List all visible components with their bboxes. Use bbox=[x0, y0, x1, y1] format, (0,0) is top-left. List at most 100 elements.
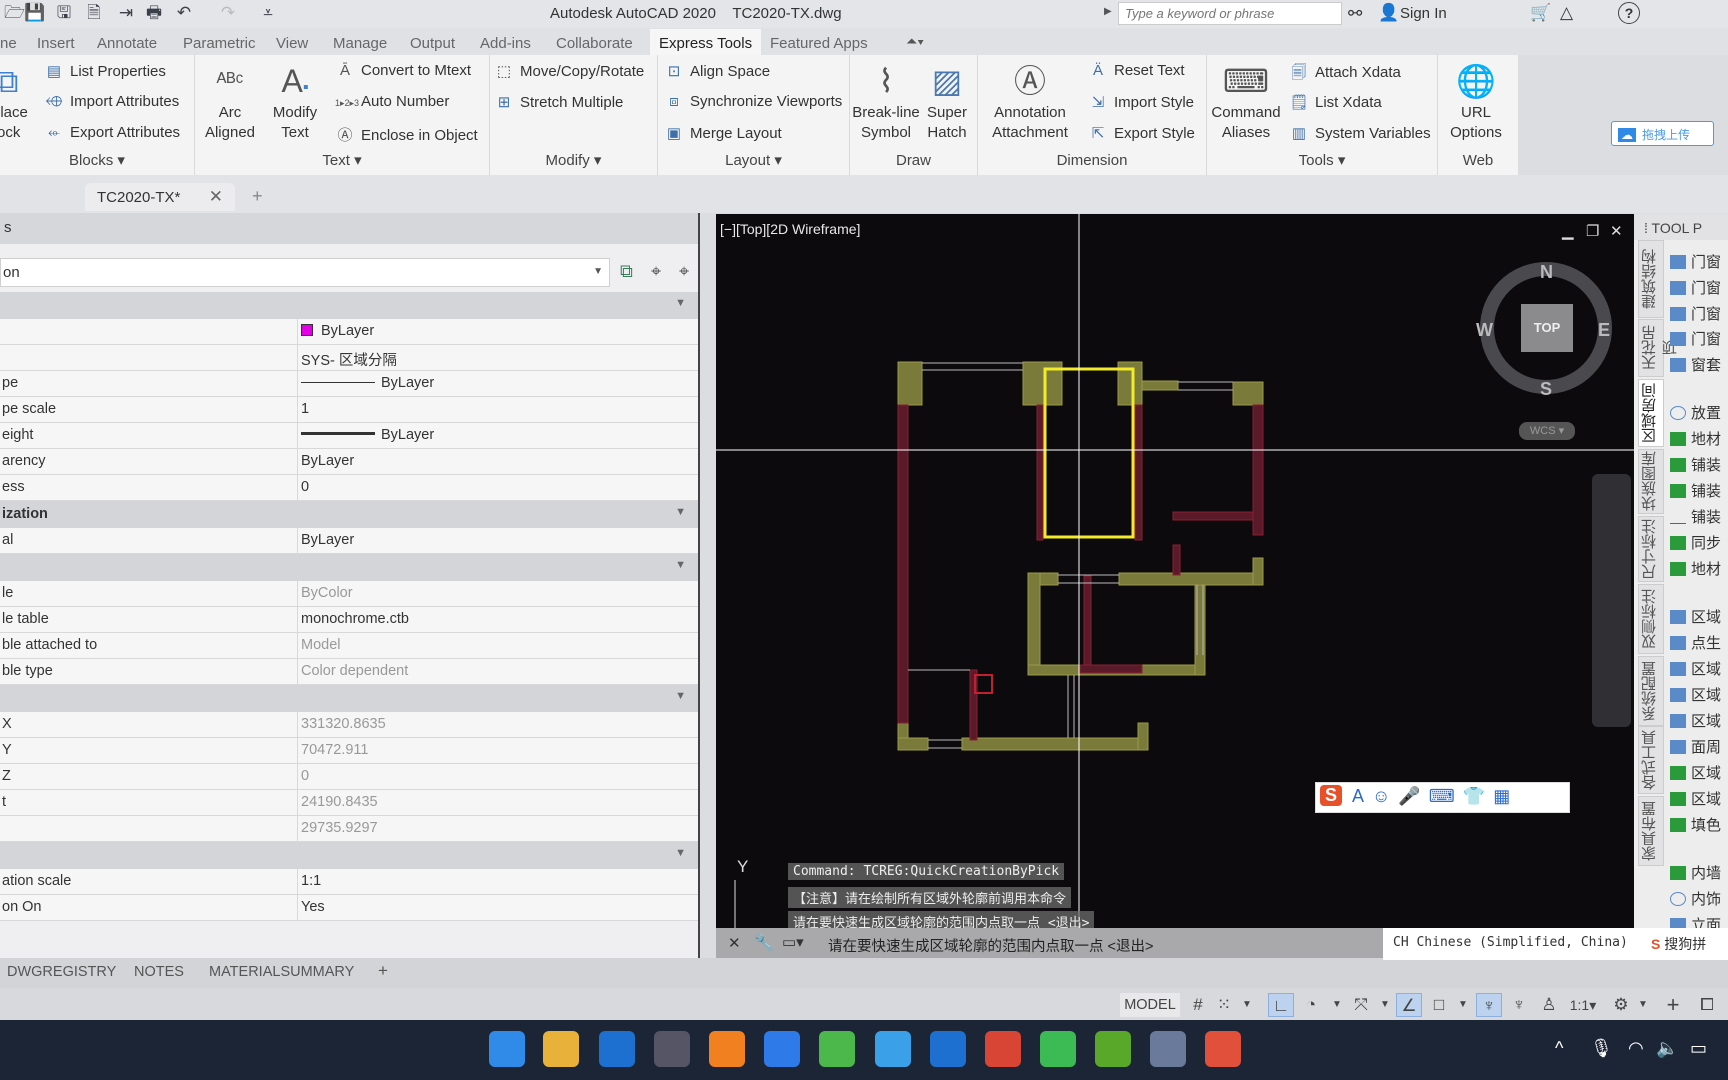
navigation-bar[interactable] bbox=[1592, 474, 1631, 727]
annotation-scale-icon[interactable]: ♙ bbox=[1536, 993, 1562, 1017]
export-attributes-button[interactable]: ⬰ Export Attributes bbox=[44, 124, 180, 141]
chevron-down-icon[interactable]: ▼ bbox=[1456, 993, 1470, 1017]
command-line[interactable]: ✕ 🔧 ▭▾ 请在要快速生成区域轮廓的范围内点取一点 <退出> bbox=[716, 928, 1384, 960]
volume-icon[interactable]: 🔈 bbox=[1656, 1038, 1678, 1059]
autoscale-icon[interactable]: ♆ bbox=[1506, 993, 1532, 1017]
sign-in-link[interactable]: Sign In bbox=[1400, 5, 1447, 22]
palette-tool-item[interactable]: 门窗 bbox=[1670, 328, 1721, 349]
customize-wrench-icon[interactable]: 🔧 bbox=[754, 933, 774, 953]
list-properties-button[interactable]: ▤ List Properties bbox=[44, 62, 166, 80]
chevron-down-icon[interactable]: ▼ bbox=[1636, 993, 1650, 1017]
toggle-pickadd-icon[interactable]: ⧉ bbox=[620, 261, 633, 282]
help-icon[interactable]: ? bbox=[1618, 2, 1640, 24]
wifi-icon[interactable]: ◠ bbox=[1628, 1038, 1644, 1059]
palette-tool-item[interactable]: 区域 bbox=[1670, 658, 1721, 679]
import-attributes-button[interactable]: ⬲ Import Attributes bbox=[44, 93, 179, 110]
palette-tool-item[interactable]: 门窗 bbox=[1670, 303, 1721, 324]
property-row[interactable]: Y 70472.911 bbox=[0, 738, 698, 764]
property-row[interactable]: ation scale 1:1 bbox=[0, 869, 698, 895]
palette-tool-item[interactable]: 区域 bbox=[1670, 606, 1721, 627]
publish-icon[interactable]: ⇥ bbox=[116, 3, 136, 23]
palette-tool-item[interactable]: 地材 bbox=[1670, 428, 1721, 449]
tab-insert[interactable]: Insert bbox=[29, 32, 83, 55]
attach-xdata-button[interactable]: 🗐 Attach Xdata bbox=[1289, 62, 1401, 87]
layout-tab-dwgregistry[interactable]: DWGREGISTRY bbox=[7, 964, 116, 980]
palette-tab[interactable]: 双侧标注 bbox=[1638, 584, 1664, 654]
synchronize-viewports-button[interactable]: ⧈ Synchronize Viewports bbox=[664, 93, 842, 110]
tab-featured-apps[interactable]: Featured Apps bbox=[762, 32, 876, 55]
arc-aligned-button[interactable]: ᴬᴮᶜ Arc Aligned bbox=[201, 59, 259, 143]
taskbar-chrome-icon[interactable] bbox=[985, 1031, 1021, 1067]
property-row[interactable]: SYS- 区域分隔 bbox=[0, 345, 698, 371]
export-style-button[interactable]: ⇱ Export Style bbox=[1088, 124, 1195, 142]
system-variables-button[interactable]: ▥ System Variables bbox=[1289, 124, 1431, 142]
palette-tab[interactable]: 块族图库 bbox=[1638, 449, 1664, 514]
binoculars-icon[interactable]: ⚯ bbox=[1348, 4, 1362, 24]
chevron-up-icon[interactable]: ^ bbox=[1555, 1038, 1563, 1059]
user-icon[interactable]: 👤 bbox=[1378, 3, 1399, 23]
battery-icon[interactable]: ▭ bbox=[1690, 1038, 1707, 1059]
property-category[interactable]: ▼ bbox=[0, 842, 698, 869]
property-category[interactable]: ▼ bbox=[0, 554, 698, 581]
redo-icon[interactable]: ↷ bbox=[218, 3, 238, 23]
select-objects-icon[interactable]: ⌖ bbox=[651, 261, 661, 282]
property-row[interactable]: pe ByLayer bbox=[0, 371, 698, 397]
palette-tool-item[interactable]: 门窗 bbox=[1670, 251, 1721, 272]
property-category[interactable]: ▼ bbox=[0, 685, 698, 712]
taskbar-camtasia-green-icon[interactable] bbox=[1095, 1031, 1131, 1067]
taskbar-feishu-icon[interactable] bbox=[764, 1031, 800, 1067]
osnap-icon[interactable]: ⤧ bbox=[1348, 993, 1374, 1017]
palette-tool-item[interactable]: 点生 bbox=[1670, 632, 1721, 653]
url-options-button[interactable]: 🌐 URL Options bbox=[1444, 59, 1508, 143]
palette-tab[interactable]: 区域房间 bbox=[1638, 379, 1664, 447]
compass-south[interactable]: S bbox=[1540, 379, 1552, 400]
palette-tab[interactable]: 天花吊顶 bbox=[1638, 319, 1679, 377]
palette-tool-item[interactable]: 同步 bbox=[1670, 532, 1721, 553]
ortho-icon[interactable]: ∟ bbox=[1268, 993, 1294, 1017]
taskbar-search-icon[interactable] bbox=[709, 1031, 745, 1067]
close-command-line-icon[interactable]: ✕ bbox=[728, 934, 741, 952]
wcs-menu[interactable]: WCS ▾ bbox=[1519, 422, 1575, 440]
palette-tool-item[interactable]: 内饰 bbox=[1670, 888, 1721, 909]
chevron-down-icon[interactable]: ▼ bbox=[1378, 993, 1392, 1017]
property-row[interactable]: le ByColor bbox=[0, 581, 698, 607]
palette-tab[interactable]: 建筑结构 bbox=[1638, 240, 1664, 318]
move-copy-rotate-button[interactable]: ⬚ Move/Copy/Rotate bbox=[494, 62, 644, 80]
sogou-ime-toolbar[interactable]: S A☺🎤⌨👕▦ bbox=[1315, 782, 1570, 813]
annotation-visibility-icon[interactable]: ♆ bbox=[1476, 993, 1502, 1017]
break-line-symbol-button[interactable]: ⌇ Break-line Symbol bbox=[852, 59, 920, 143]
close-icon[interactable]: ✕ bbox=[209, 187, 223, 207]
property-row[interactable]: on On Yes bbox=[0, 895, 698, 921]
collapse-arrow-icon[interactable]: ▼ bbox=[675, 559, 686, 571]
palette-tab[interactable]: 系统配置 bbox=[1638, 656, 1664, 726]
layout-tab-materialsummary[interactable]: MATERIALSUMMARY bbox=[209, 964, 354, 980]
annotation-attachment-button[interactable]: Ⓐ Annotation Attachment bbox=[982, 59, 1078, 143]
ime-tool-icons[interactable]: A☺🎤⌨👕▦ bbox=[1352, 786, 1518, 807]
model-space-button[interactable]: MODEL bbox=[1120, 993, 1180, 1017]
tab-parametric[interactable]: Parametric bbox=[175, 32, 264, 55]
property-row[interactable]: Z0 bbox=[0, 764, 698, 790]
palette-tool-item[interactable]: 窗套 bbox=[1670, 354, 1721, 375]
property-row[interactable]: le table monochrome.ctb bbox=[0, 607, 698, 633]
property-row[interactable]: ByLayer bbox=[0, 319, 698, 345]
palette-tool-item[interactable]: 区域 bbox=[1670, 710, 1721, 731]
property-row[interactable]: t 24190.8435 bbox=[0, 790, 698, 816]
layout-tab-notes[interactable]: NOTES bbox=[134, 964, 184, 980]
a360-icon[interactable]: △ bbox=[1560, 3, 1573, 23]
property-row[interactable]: ble type Color dependent bbox=[0, 659, 698, 685]
tab-view[interactable]: View bbox=[268, 32, 316, 55]
save-as-icon[interactable]: 🖫 bbox=[54, 3, 74, 23]
collapse-arrow-icon[interactable]: ▼ bbox=[675, 847, 686, 859]
tab-output[interactable]: Output bbox=[402, 32, 463, 55]
taskbar-file-explorer-icon[interactable] bbox=[543, 1031, 579, 1067]
recent-commands-icon[interactable]: ▭▾ bbox=[782, 933, 804, 951]
selection-dropdown[interactable]: on ▼ bbox=[0, 258, 610, 287]
replace-block-button[interactable]: ⧉ place lock bbox=[0, 59, 28, 143]
palette-tool-item[interactable]: 放置 bbox=[1670, 402, 1721, 423]
cart-icon[interactable]: 🛒 bbox=[1530, 3, 1551, 23]
workspace-gear-icon[interactable]: ⚙ bbox=[1608, 993, 1634, 1017]
upload-button[interactable]: ☁ 拖拽上传 bbox=[1611, 121, 1714, 146]
drawing-viewport[interactable]: [−][Top][2D Wireframe] ▁ ❐ ✕ Y N S W E T… bbox=[716, 214, 1634, 960]
panel-title[interactable]: Tools ▾ bbox=[1207, 151, 1437, 169]
ribbon-minimize-icon[interactable]: ⏶▾ bbox=[906, 33, 924, 50]
